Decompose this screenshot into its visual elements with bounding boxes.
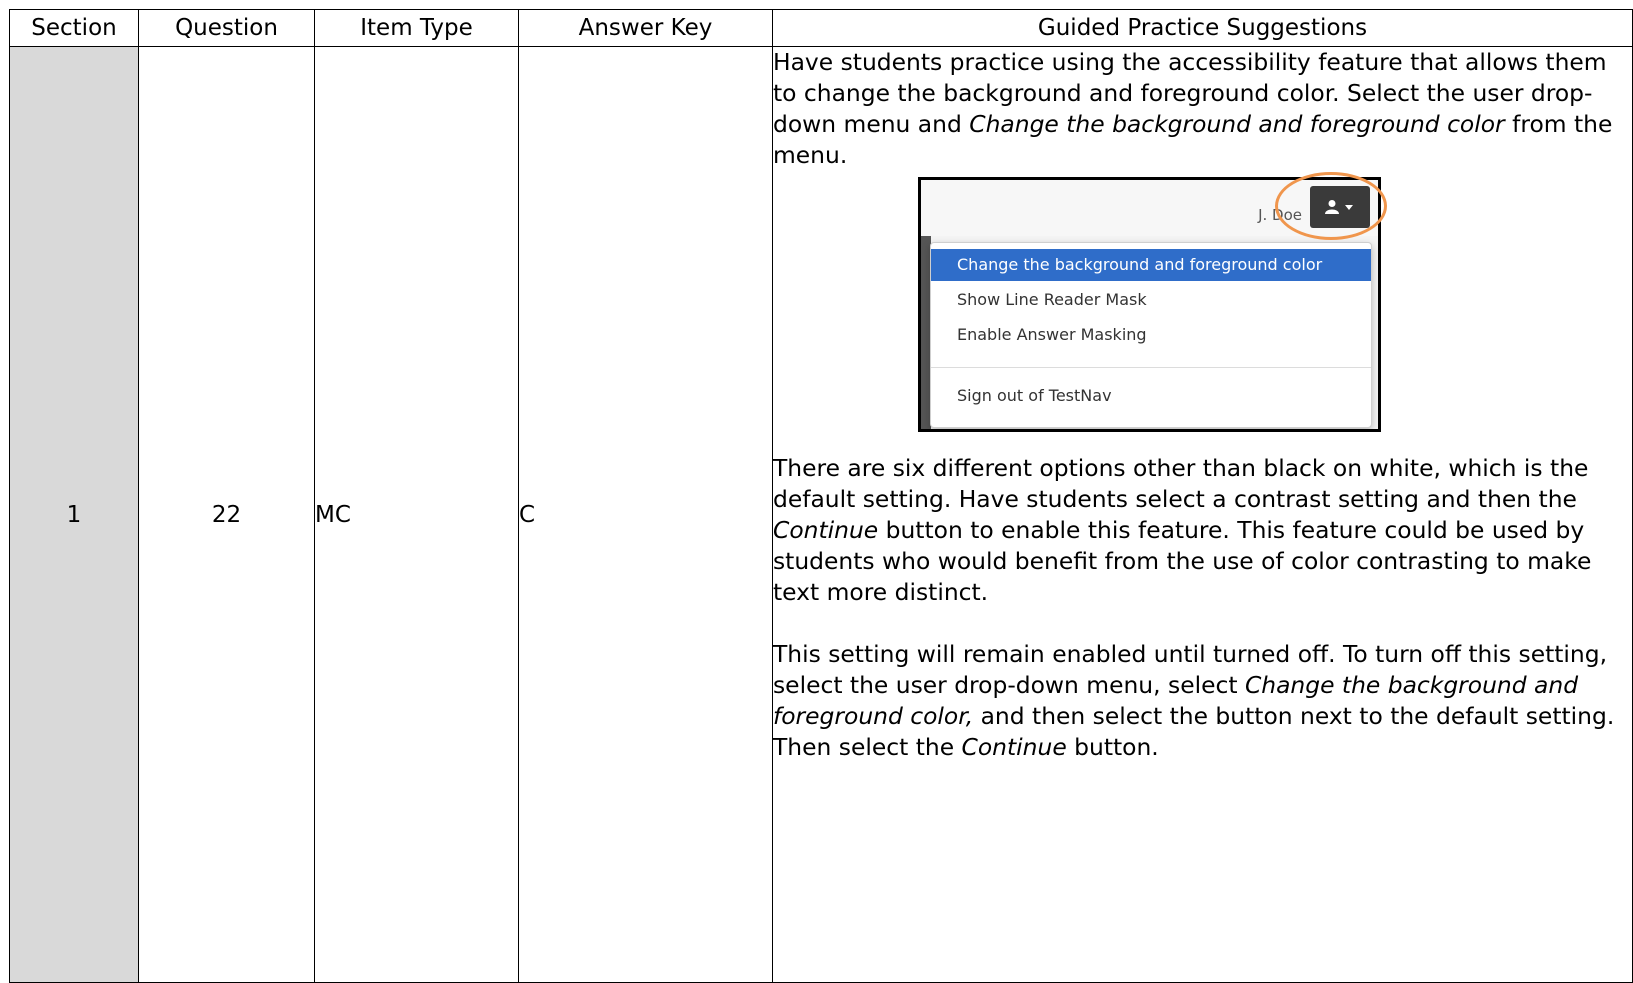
testnav-menu-screenshot: J. Doe Change the background and foregro… xyxy=(918,172,1387,432)
guided-p3-tail: button. xyxy=(1066,733,1159,761)
menu-item-sign-out: Sign out of TestNav xyxy=(957,386,1112,405)
guided-p3-emphasis-2: Continue xyxy=(961,733,1067,761)
item-type-cell: MC xyxy=(314,46,519,983)
answer-key-table: Section Question Item Type Answer Key Gu… xyxy=(9,9,1633,983)
guided-practice-cell: Have students practice using the accessi… xyxy=(772,46,1633,983)
menu-item-line-reader: Show Line Reader Mask xyxy=(957,290,1147,309)
guided-paragraph-3: This setting will remain enabled until t… xyxy=(773,639,1632,763)
guided-p1-emphasis: Change the background and foreground col… xyxy=(969,110,1505,138)
screenshot-frame: J. Doe Change the background and foregro… xyxy=(918,177,1381,432)
guided-paragraph-2: There are six different options other th… xyxy=(773,453,1632,608)
user-dropdown-menu: Change the background and foreground col… xyxy=(930,242,1372,428)
question-cell: 22 xyxy=(138,46,315,983)
guided-p2-lead: There are six different options other th… xyxy=(773,454,1589,513)
user-caret-icon xyxy=(1325,199,1353,214)
header-question: Question xyxy=(138,9,315,47)
section-cell: 1 xyxy=(9,46,139,983)
header-item-type: Item Type xyxy=(314,9,519,47)
menu-item-change-colors: Change the background and foreground col… xyxy=(931,249,1371,281)
header-row: Section Question Item Type Answer Key Gu… xyxy=(9,9,1633,47)
guided-p2-emphasis: Continue xyxy=(773,516,879,544)
screenshot-header: J. Doe xyxy=(921,180,1378,236)
guided-p2-tail: button to enable this feature. This feat… xyxy=(773,516,1592,606)
header-answer-key: Answer Key xyxy=(518,9,773,47)
user-name-label: J. Doe xyxy=(1258,206,1302,224)
menu-divider xyxy=(931,367,1371,368)
header-section: Section xyxy=(9,9,139,47)
guided-paragraph-1: Have students practice using the accessi… xyxy=(773,47,1632,171)
answer-key-cell: C xyxy=(518,46,773,983)
table-row: 1 22 MC C Have students practice using t… xyxy=(9,46,1633,983)
header-guided-practice: Guided Practice Suggestions xyxy=(772,9,1633,47)
user-dropdown-button xyxy=(1310,186,1370,228)
menu-item-answer-masking: Enable Answer Masking xyxy=(957,325,1147,344)
